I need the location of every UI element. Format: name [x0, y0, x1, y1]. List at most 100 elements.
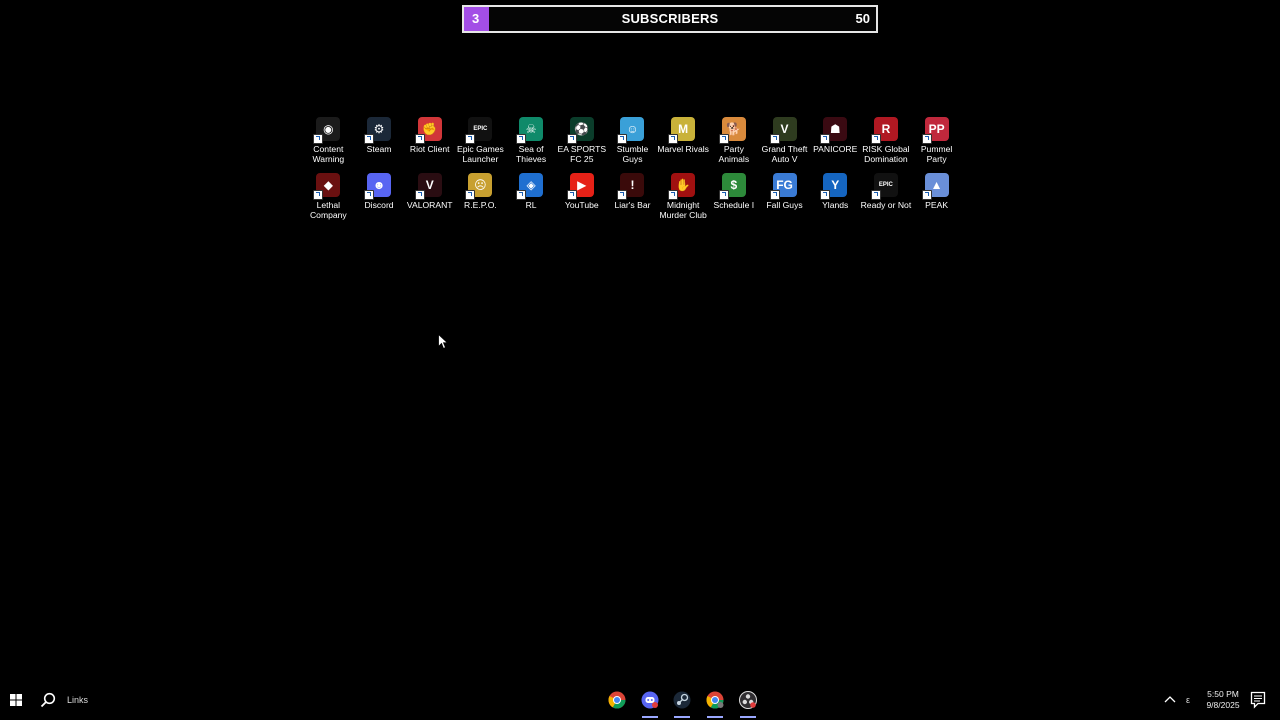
rocket-league-icon: ◈: [516, 173, 544, 200]
desktop-icon-party-animals[interactable]: 🐕 Party Animals: [709, 114, 760, 170]
desktop[interactable]: 3 SUBSCRIBERS 50 ◉ Content Warning ⚙ Steam ✊…: [0, 0, 1280, 720]
desktop-icon-label: PANICORE: [813, 144, 858, 154]
shortcut-arrow-icon: [718, 134, 729, 144]
desktop-icon-grid: ◉ Content Warning ⚙ Steam ✊ Riot Client EPIC Ep…: [303, 114, 963, 226]
desktop-icon-label: Steam: [366, 144, 392, 154]
youtube-icon: ▶: [566, 173, 594, 200]
party-animals-icon: 🐕: [718, 117, 746, 144]
desktop-icon-label: Pummel Party: [920, 144, 953, 164]
desktop-icon-panicore[interactable]: ☗ PANICORE: [810, 114, 861, 170]
icon-glyph: ◈: [526, 178, 536, 192]
taskbar-clock[interactable]: 5:50 PM 9/8/2025: [1198, 689, 1248, 711]
desktop-icon-rocket-league[interactable]: ◈ RL: [506, 170, 557, 226]
desktop-icon-schedule-i[interactable]: $ Schedule I: [709, 170, 760, 226]
peak-icon: ▲: [921, 173, 949, 200]
desktop-icon-label: YouTube: [564, 200, 599, 210]
desktop-icon-lethal-company[interactable]: ◆ Lethal Company: [303, 170, 354, 226]
shortcut-arrow-icon: [921, 190, 932, 200]
desktop-icon-content-warning[interactable]: ◉ Content Warning: [303, 114, 354, 170]
taskbar-app-obs[interactable]: [736, 688, 760, 718]
desktop-icon-label: RISK Global Domination: [862, 144, 910, 164]
desktop-icon-steam[interactable]: ⚙ Steam: [354, 114, 405, 170]
taskbar-app-steam[interactable]: [670, 688, 694, 718]
gta-v-icon: V: [769, 117, 797, 144]
shortcut-arrow-icon: [769, 134, 780, 144]
desktop-icon-ylands[interactable]: Y Ylands: [810, 170, 861, 226]
liars-bar-icon: !: [617, 173, 645, 200]
shortcut-arrow-icon: [617, 190, 628, 200]
shortcut-arrow-icon: [364, 190, 375, 200]
shortcut-arrow-icon: [870, 190, 881, 200]
start-button[interactable]: [0, 680, 32, 720]
desktop-icon-pummel-party[interactable]: PP Pummel Party: [911, 114, 962, 170]
icon-glyph: ▲: [930, 178, 943, 192]
desktop-icon-discord[interactable]: ☻ Discord: [354, 170, 405, 226]
desktop-icon-label: Schedule I: [713, 200, 755, 210]
repo-icon: ☹: [465, 173, 493, 200]
subscriber-bar-title: SUBSCRIBERS: [621, 11, 719, 26]
shortcut-arrow-icon: [414, 190, 425, 200]
desktop-icon-label: Stumble Guys: [616, 144, 649, 164]
obs-icon: [739, 691, 757, 709]
shortcut-arrow-icon: [566, 190, 577, 200]
shortcut-arrow-icon: [617, 134, 628, 144]
desktop-icon-peak[interactable]: ▲ PEAK: [911, 170, 962, 226]
shortcut-arrow-icon: [313, 134, 324, 144]
shortcut-arrow-icon: [820, 190, 831, 200]
shortcut-arrow-icon: [566, 134, 577, 144]
desktop-icon-label: Riot Client: [409, 144, 450, 154]
links-toolbar[interactable]: Links: [67, 680, 88, 720]
discord-icon: ☻: [364, 173, 392, 200]
icon-glyph: !: [630, 178, 635, 192]
desktop-icon-stumble-guys[interactable]: ☺ Stumble Guys: [607, 114, 658, 170]
desktop-icon-label: EA SPORTS FC 25: [557, 144, 607, 164]
windows-logo-icon: [10, 694, 22, 706]
desktop-icon-valorant[interactable]: V VALORANT: [404, 170, 455, 226]
icon-glyph: ☹: [474, 178, 487, 192]
desktop-icon-riot-client[interactable]: ✊ Riot Client: [404, 114, 455, 170]
icon-glyph: M: [678, 122, 689, 136]
desktop-icon-epic-games[interactable]: EPIC Epic Games Launcher: [455, 114, 506, 170]
desktop-icon-liars-bar[interactable]: ! Liar's Bar: [607, 170, 658, 226]
icon-glyph: Y: [831, 178, 840, 192]
ylands-icon: Y: [820, 173, 848, 200]
icon-glyph: ◉: [323, 122, 334, 136]
epic-games-icon: EPIC: [465, 117, 493, 144]
taskbar-app-discord[interactable]: [638, 688, 662, 718]
desktop-icon-label: Ready or Not: [860, 200, 912, 210]
search-button[interactable]: [34, 680, 62, 720]
desktop-icon-ea-fc[interactable]: ⚽ EA SPORTS FC 25: [556, 114, 607, 170]
sea-of-thieves-icon: ☠: [516, 117, 544, 144]
shortcut-arrow-icon: [516, 134, 527, 144]
taskbar: Links ε 5:50 PM 9/8/2025: [0, 680, 1280, 720]
pummel-party-icon: PP: [921, 117, 949, 144]
notification-center-icon[interactable]: [1250, 691, 1266, 709]
icon-glyph: ☺: [626, 122, 639, 136]
desktop-icon-youtube[interactable]: ▶ YouTube: [556, 170, 607, 226]
desktop-icon-marvel-rivals[interactable]: M Marvel Rivals: [657, 114, 709, 170]
desktop-icon-repo[interactable]: ☹ R.E.P.O.: [455, 170, 506, 226]
desktop-icon-fall-guys[interactable]: FG Fall Guys: [759, 170, 810, 226]
desktop-icon-label: R.E.P.O.: [464, 200, 497, 210]
desktop-icon-label: Liar's Bar: [614, 200, 651, 210]
show-hidden-icons-chevron-icon[interactable]: [1162, 692, 1178, 708]
desktop-icon-label: Fall Guys: [766, 200, 803, 210]
desktop-icon-risk[interactable]: R RISK Global Domination: [861, 114, 912, 170]
tray-language-indicator[interactable]: ε: [1186, 680, 1190, 720]
taskbar-app-chrome-profile[interactable]: [703, 688, 727, 718]
risk-icon: R: [870, 117, 898, 144]
shortcut-arrow-icon: [668, 134, 679, 144]
desktop-icon-gta-v[interactable]: V Grand Theft Auto V: [759, 114, 810, 170]
icon-glyph: ☗: [829, 122, 841, 136]
desktop-icon-label: Content Warning: [312, 144, 345, 164]
fall-guys-icon: FG: [769, 173, 797, 200]
desktop-icon-ready-or-not[interactable]: EPIC Ready or Not: [861, 170, 912, 226]
icon-glyph: V: [780, 122, 789, 136]
shortcut-arrow-icon: [516, 190, 527, 200]
desktop-icon-midnight-murder-club[interactable]: ✋ Midnight Murder Club: [658, 170, 709, 226]
desktop-icon-label: VALORANT: [406, 200, 453, 210]
taskbar-app-chrome[interactable]: [605, 688, 629, 712]
desktop-icon-label: Lethal Company: [309, 200, 347, 220]
shortcut-arrow-icon: [465, 134, 476, 144]
desktop-icon-sea-of-thieves[interactable]: ☠ Sea of Thieves: [506, 114, 557, 170]
